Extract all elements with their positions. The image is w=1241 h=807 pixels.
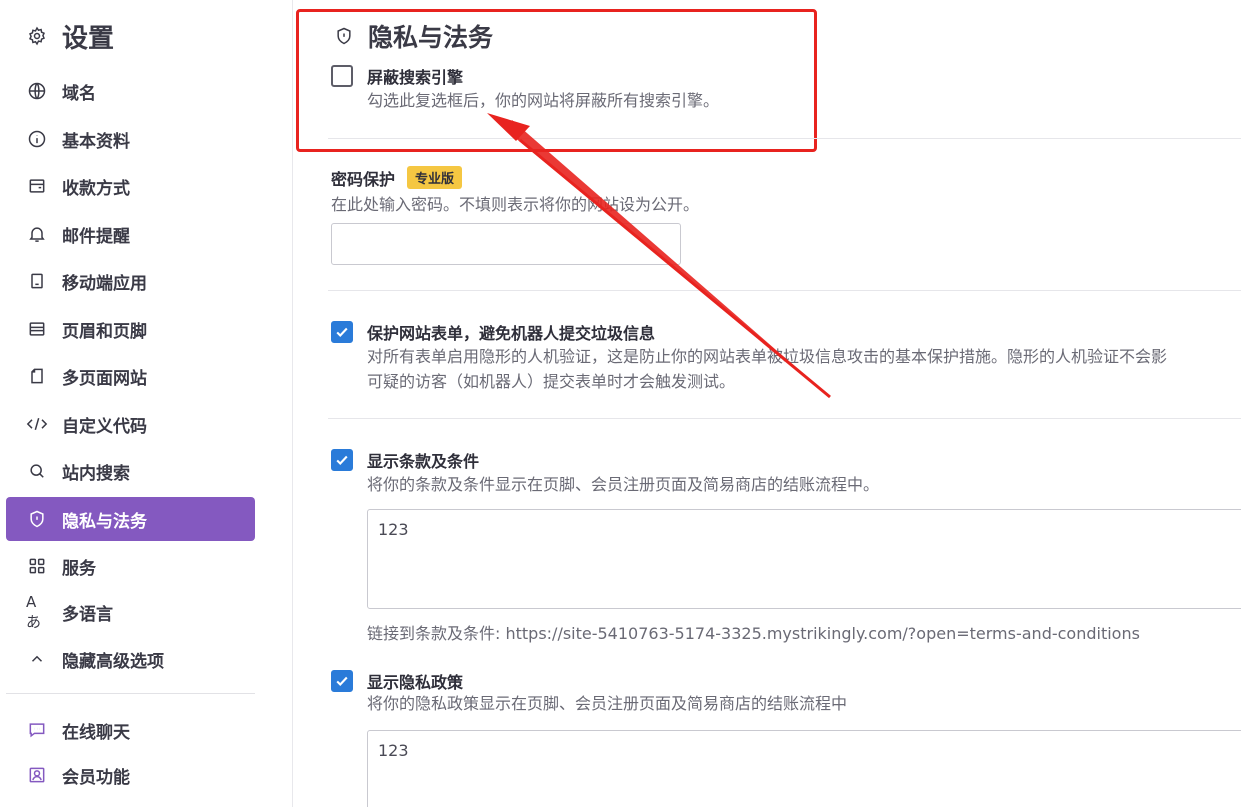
sidebar-item-label: 在线聊天 [62,722,130,743]
sidebar-item-label: 隐私与法务 [62,511,147,532]
block-search-description: 勾选此复选框后，你的网站将屏蔽所有搜索引擎。 [367,91,720,110]
sidebar-item-label: 会员功能 [62,767,130,788]
code-icon [26,413,48,435]
password-protect-title: 密码保护 专业版 [331,166,463,190]
wallet-icon [26,175,48,197]
sidebar-item-label: 多页面网站 [62,368,147,389]
settings-sidebar: 设置 域名 基本资料 收款方式 邮件提醒 移动端应用 页眉和页脚 多页面网站 自… [0,0,293,807]
sidebar-item-multilingual[interactable]: Aあ 多语言 [6,590,255,634]
gear-icon [26,25,48,47]
sidebar-item-label: 页眉和页脚 [62,321,147,342]
show-terms-description: 将你的条款及条件显示在页脚、会员注册页面及简易商店的结账流程中。 [367,475,880,494]
sidebar-item-domain[interactable]: 域名 [6,69,255,113]
block-search-checkbox[interactable] [331,65,353,87]
terms-link: 链接到条款及条件: https://site-5410763-5174-3325… [367,624,1140,643]
protect-forms-title: 保护网站表单，避免机器人提交垃圾信息 [367,324,656,343]
password-input[interactable] [331,223,681,265]
sidebar-item-label: 收款方式 [62,178,130,199]
sidebar-item-label: 多语言 [62,604,113,625]
show-privacy-title: 显示隐私政策 [367,673,464,692]
password-protect-description: 在此处输入密码。不填则表示将你的网站设为公开。 [331,195,700,214]
check-icon [336,676,348,687]
sidebar-item-label: 基本资料 [62,131,130,152]
sidebar-item-label: 自定义代码 [62,416,147,437]
sidebar-item-membership[interactable]: 会员功能 [6,753,255,797]
sidebar-item-privacy-legal[interactable]: 隐私与法务 [6,497,255,541]
sidebar-item-live-chat[interactable]: 在线聊天 [6,708,255,752]
divider [328,418,1241,419]
shield-icon [333,25,355,47]
show-terms-checkbox[interactable] [331,449,353,471]
sidebar-item-label: 站内搜索 [62,463,130,484]
sidebar-item-hide-advanced[interactable]: 隐藏高级选项 [6,637,255,681]
sidebar-title-text: 设置 [62,23,115,54]
sidebar-item-label: 隐藏高级选项 [62,651,164,672]
sidebar-item-label: 邮件提醒 [62,226,130,247]
pages-icon [26,365,48,387]
show-privacy-description: 将你的隐私政策显示在页脚、会员注册页面及简易商店的结账流程中 [367,694,848,713]
layout-icon [26,318,48,340]
info-icon [26,128,48,150]
sidebar-item-label: 服务 [62,558,96,579]
sidebar-item-services[interactable]: 服务 [6,544,255,588]
sidebar-item-site-search[interactable]: 站内搜索 [6,449,255,493]
privacy-textarea[interactable]: 123 [367,730,1241,807]
mobile-icon [26,270,48,292]
show-terms-title: 显示条款及条件 [367,452,480,471]
sidebar-divider [6,693,255,694]
terms-textarea[interactable]: 123 [367,509,1241,609]
page-title: 隐私与法务 [368,23,494,52]
bell-icon [26,223,48,245]
sidebar-item-basic-info[interactable]: 基本资料 [6,117,255,161]
protect-forms-checkbox[interactable] [331,321,353,343]
check-icon [336,455,348,466]
section-header: 隐私与法务 [333,19,493,53]
divider [328,290,1241,291]
show-privacy-checkbox[interactable] [331,670,353,692]
check-icon [336,327,348,338]
sidebar-item-label: 域名 [62,83,96,104]
search-icon [26,460,48,482]
password-protect-label: 密码保护 [331,170,396,189]
translate-icon: Aあ [26,592,42,631]
divider [328,138,1241,139]
sidebar-item-header-footer[interactable]: 页眉和页脚 [6,307,255,351]
sidebar-item-custom-code[interactable]: 自定义代码 [6,402,255,446]
grid-icon [26,555,48,577]
sidebar-item-label: 移动端应用 [62,273,147,294]
sidebar-item-mobile-app[interactable]: 移动端应用 [6,259,255,303]
protect-forms-description-1: 对所有表单启用隐形的人机验证，这是防止你的网站表单被垃圾信息攻击的基本保护措施。… [367,347,1168,366]
chevron-up-icon [26,648,48,670]
pro-badge: 专业版 [407,166,463,189]
chat-icon [26,719,48,741]
protect-forms-description-2: 可疑的访客（如机器人）提交表单时才会触发测试。 [367,372,736,391]
sidebar-item-payment[interactable]: 收款方式 [6,164,255,208]
globe-icon [26,80,48,102]
member-icon [26,764,48,786]
sidebar-title: 设置 [26,18,114,54]
shield-icon [26,508,48,530]
sidebar-item-multi-page[interactable]: 多页面网站 [6,354,255,398]
settings-main: 隐私与法务 屏蔽搜索引擎 勾选此复选框后，你的网站将屏蔽所有搜索引擎。 密码保护… [293,0,1241,807]
sidebar-item-email-alerts[interactable]: 邮件提醒 [6,212,255,256]
block-search-title: 屏蔽搜索引擎 [367,68,464,87]
